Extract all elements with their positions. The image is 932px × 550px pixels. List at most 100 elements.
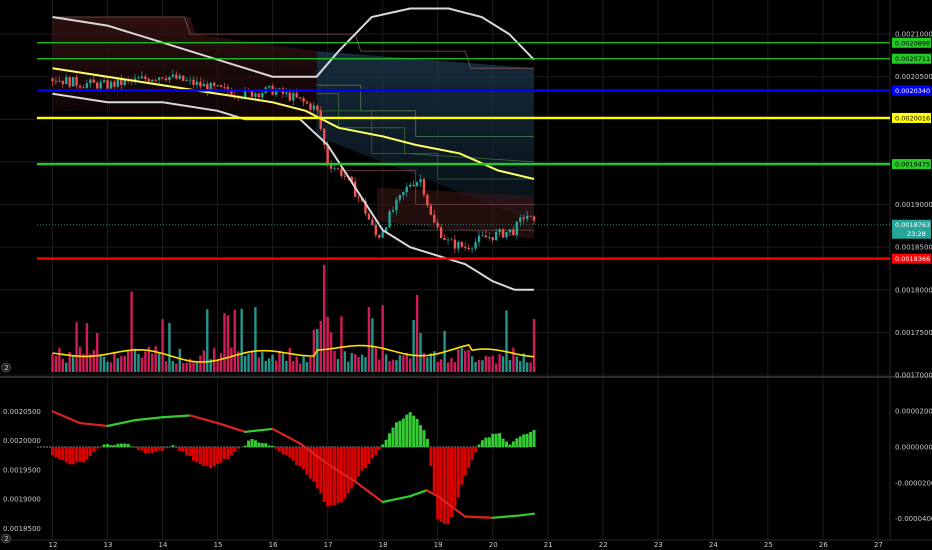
- volume-bar: [126, 350, 130, 372]
- osc-left-tick-label: 0.0019500: [3, 466, 41, 474]
- candle-body: [467, 247, 470, 250]
- signal-line-segment: [51, 410, 82, 425]
- volume-bar: [75, 322, 78, 372]
- volume-bar: [512, 347, 515, 372]
- volume-bar: [175, 363, 178, 372]
- volume-bar: [408, 358, 412, 372]
- volume-bar: [58, 348, 61, 372]
- volume-bar: [429, 353, 433, 372]
- volume-bar: [85, 323, 89, 372]
- candle-body: [250, 90, 254, 97]
- price-tick-label: 0.0018000: [895, 286, 932, 294]
- candle-body: [140, 76, 144, 79]
- histogram-bar: [453, 447, 457, 507]
- candle-body: [96, 82, 99, 89]
- volume-bar: [92, 350, 95, 372]
- histogram-bar: [329, 447, 333, 506]
- histogram-bar: [432, 447, 436, 493]
- histogram-bar: [195, 447, 199, 463]
- histogram-bar: [319, 447, 323, 494]
- level-label-2: 0.0020340: [895, 87, 930, 95]
- candle-body: [175, 74, 178, 79]
- volume-bar: [133, 348, 137, 372]
- volume-bar: [99, 355, 102, 372]
- candle-body: [113, 81, 116, 87]
- candle-body: [202, 83, 206, 87]
- volume-bar: [102, 356, 106, 372]
- candle-body: [443, 237, 446, 241]
- volume-bar: [446, 362, 450, 372]
- volume-bar: [113, 351, 116, 372]
- histogram-bar: [226, 447, 230, 460]
- histogram-bar: [460, 447, 464, 485]
- volume-bar: [371, 318, 374, 372]
- candle-body: [116, 79, 120, 87]
- volume-bar: [384, 354, 388, 372]
- candle-body: [99, 82, 102, 89]
- candle-body: [391, 210, 395, 212]
- volume-bar: [192, 361, 195, 372]
- histogram-bar: [81, 447, 85, 463]
- histogram-bar: [174, 447, 178, 449]
- level-label-4: 0.0019475: [895, 161, 930, 169]
- volume-bar: [405, 352, 408, 372]
- volume-bar: [353, 353, 357, 372]
- candle-body: [58, 80, 61, 82]
- histogram-bar: [133, 447, 137, 449]
- volume-bar: [481, 360, 484, 372]
- histogram-bar: [143, 447, 147, 454]
- candle-body: [457, 242, 460, 249]
- volume-bar: [61, 358, 65, 372]
- histogram-bar: [130, 446, 134, 448]
- current-price-label: 0.0018763: [895, 221, 930, 229]
- histogram-bar: [498, 433, 502, 448]
- histogram-bar: [377, 447, 381, 451]
- volume-bar: [498, 354, 501, 372]
- volume-bar: [278, 350, 281, 372]
- volume-bar: [302, 355, 305, 372]
- histogram-bar: [298, 447, 302, 467]
- volume-bar: [457, 349, 460, 372]
- histogram-bar: [71, 447, 75, 465]
- histogram-bar: [260, 443, 264, 448]
- histogram-bar: [525, 433, 529, 448]
- volume-bar: [254, 307, 257, 372]
- candle-body: [419, 179, 422, 183]
- candle-body: [412, 184, 415, 186]
- candle-body: [171, 74, 175, 77]
- candle-body: [508, 229, 512, 233]
- time-tick-label: 23: [654, 541, 663, 549]
- histogram-bar: [367, 447, 371, 464]
- histogram-bar: [164, 447, 168, 449]
- volume-bar: [120, 356, 123, 372]
- histogram-bar: [116, 443, 120, 448]
- candle-body: [199, 81, 202, 87]
- signal-line-segment: [78, 421, 109, 428]
- histogram-bar: [119, 443, 123, 448]
- histogram-bar: [326, 447, 330, 507]
- histogram-bar: [422, 430, 426, 448]
- candle-body: [529, 215, 532, 217]
- histogram-bar: [401, 418, 405, 448]
- candle-body: [374, 224, 378, 235]
- histogram-bar: [233, 447, 237, 452]
- candle-body: [298, 97, 302, 99]
- histogram-bar: [522, 434, 526, 448]
- candle-body: [333, 168, 336, 170]
- price-chart[interactable]: 0.0020898 0.0020711 0.0020340 0.0020016 0.00…: [0, 0, 932, 550]
- histogram-bar: [205, 447, 209, 466]
- volume-bar: [312, 329, 316, 372]
- histogram-bar: [257, 442, 261, 448]
- volume-bar: [340, 316, 343, 372]
- price-tick-label: 0.0019000: [895, 201, 932, 209]
- candle-body: [519, 217, 522, 223]
- histogram-bar: [295, 447, 299, 466]
- volume-bar: [336, 359, 340, 372]
- volume-bar: [285, 360, 288, 372]
- candle-body: [285, 92, 288, 94]
- candle-body: [381, 231, 384, 238]
- volume-bar: [505, 310, 508, 372]
- candle-body: [109, 81, 113, 89]
- histogram-bar: [436, 447, 440, 520]
- histogram-bar: [474, 447, 478, 453]
